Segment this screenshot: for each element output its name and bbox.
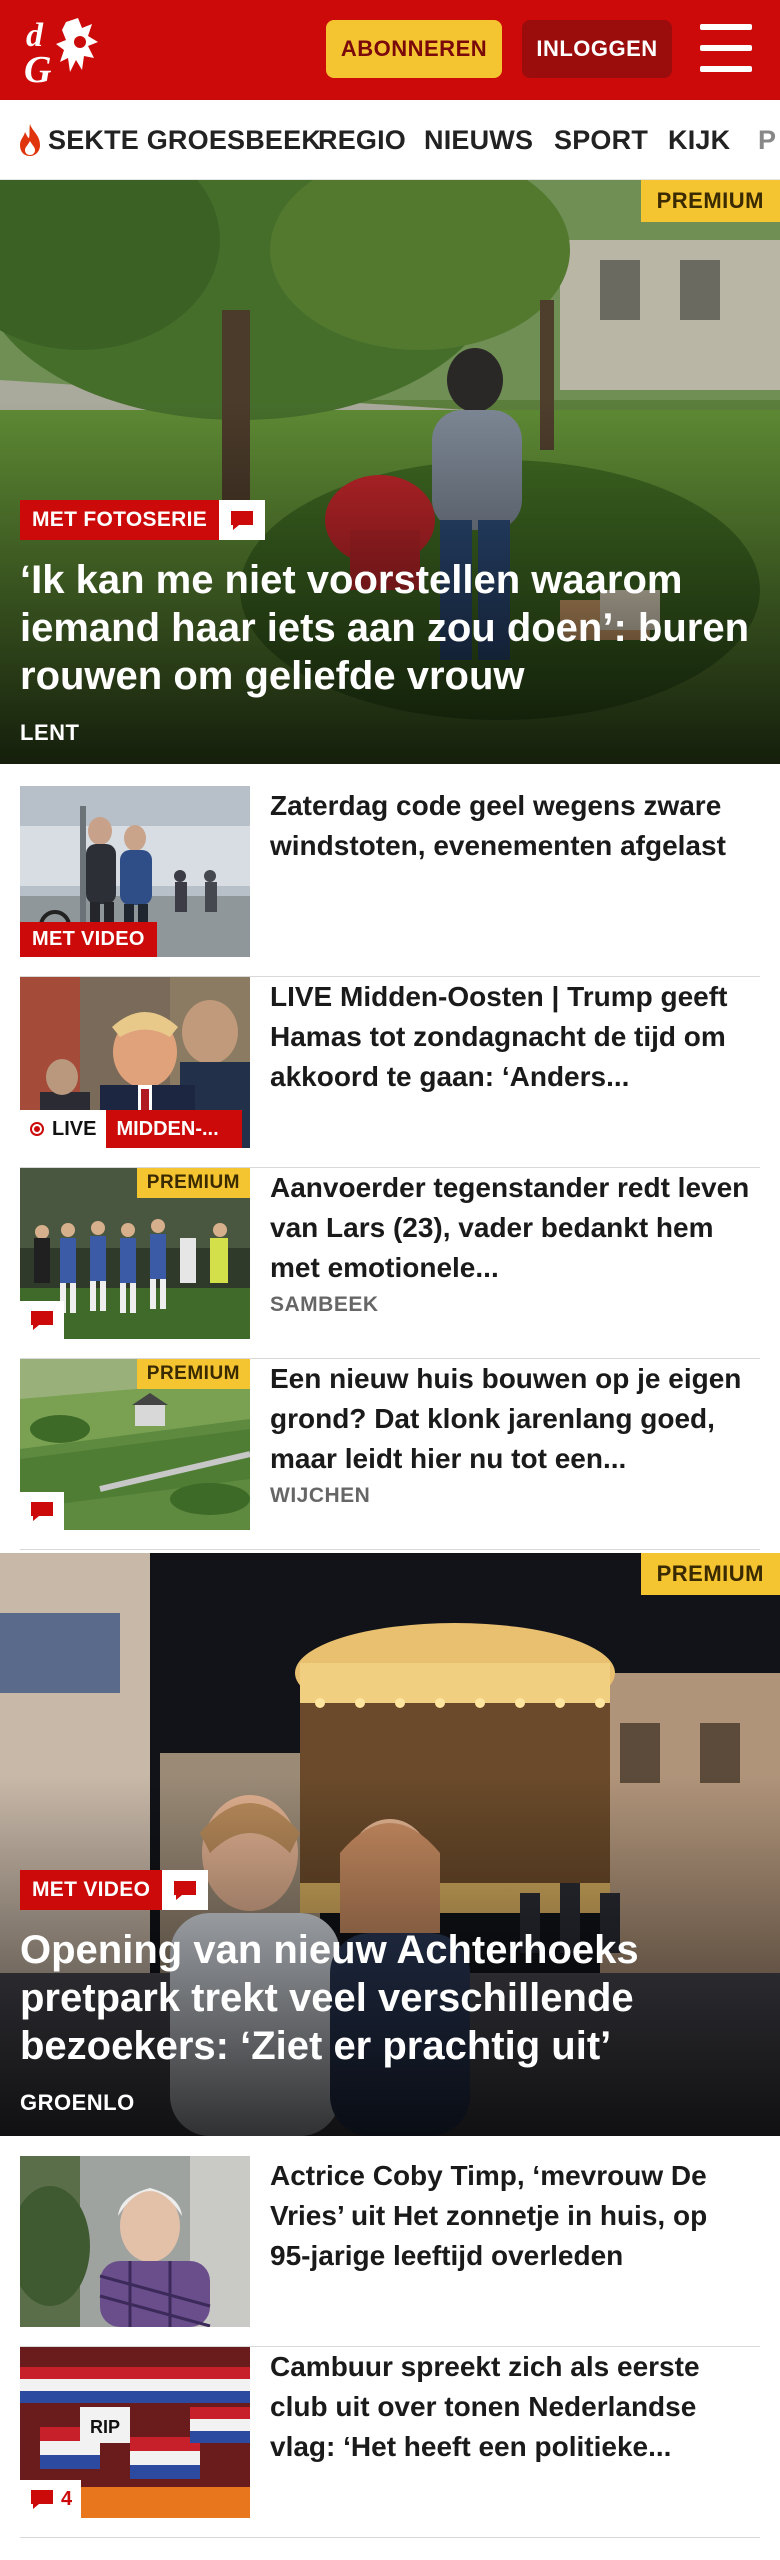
article-thumbnail: LIVE MIDDEN-... [20,977,250,1148]
flame-icon [20,124,40,156]
hero-title[interactable]: ‘Ik kan me niet voorstellen waarom ieman… [20,556,752,700]
hero-tag-row: MET FOTOSERIE [20,500,266,540]
list-item[interactable]: RIP 4 Cambuur spreekt zich als eerste cl… [20,2347,760,2538]
nav-item-kijk[interactable]: KIJK [668,100,730,179]
hero-location: LENT [20,720,80,745]
comment-count-badge: 4 [20,2480,82,2518]
list-item[interactable]: LIVE MIDDEN-... LIVE Midden-Oosten | Tru… [20,977,760,1168]
article-thumbnail: PREMIUM [20,1359,250,1530]
article-title[interactable]: Actrice Coby Timp, ‘mevrouw De Vries’ ui… [270,2156,750,2276]
live-badge: LIVE MIDDEN-... [20,1110,243,1148]
comment-icon [219,500,266,540]
live-label: LIVE [52,1117,97,1140]
nav-item-more[interactable]: P [758,100,776,179]
nav-item-sekte-groesbeek[interactable]: SEKTE GROESBEEK [16,100,322,179]
hero-tag-row: MET VIDEO [20,1870,209,1910]
live-category: MIDDEN-... [106,1110,243,1148]
photoseries-tag: MET FOTOSERIE [20,500,220,540]
list-item[interactable]: MET VIDEO Zaterdag code geel wegens zwar… [20,786,760,977]
site-header: d G ABONNEREN INLOGGEN [0,0,780,100]
premium-badge: PREMIUM [136,1359,250,1389]
article-title[interactable]: LIVE Midden-Oosten | Trump geeft Hamas t… [270,977,750,1097]
article-thumbnail: RIP 4 [20,2347,250,2518]
hamburger-menu-icon[interactable] [700,24,752,72]
comment-count: 4 [61,2487,73,2510]
comment-icon [31,2490,53,2509]
article-title[interactable]: Een nieuw huis bouwen op je eigen grond?… [270,1359,750,1479]
premium-badge: PREMIUM [640,1553,780,1595]
nav-item-regio[interactable]: REGIO [318,100,406,179]
article-title[interactable]: Zaterdag code geel wegens zware windstot… [270,786,750,866]
article-thumbnail: PREMIUM [20,1168,250,1339]
article-title[interactable]: Aanvoerder tegenstander redt leven van L… [270,1168,750,1288]
hero-article[interactable]: PREMIUM MET VIDEO Opening van nieuw Acht… [0,1553,780,2136]
svg-text:RIP: RIP [90,2417,120,2437]
article-location: SAMBEEK [270,1293,379,1316]
nav-item-nieuws[interactable]: NIEUWS [424,100,533,179]
list-item[interactable]: Actrice Coby Timp, ‘mevrouw De Vries’ ui… [20,2156,760,2347]
list-item[interactable]: PREMIUM Aanvoerder tegenstander redt lev… [20,1168,760,1359]
comment-icon [20,1301,64,1339]
article-thumbnail [20,2156,250,2327]
live-dot-icon [30,1122,44,1136]
comment-icon [162,1870,209,1910]
hero-location: GROENLO [20,2090,135,2115]
login-button[interactable]: INLOGGEN [522,20,672,78]
nav-item-label: SEKTE GROESBEEK [48,124,322,155]
premium-badge: PREMIUM [136,1168,250,1198]
logo[interactable]: d G [22,12,118,88]
svg-text:G: G [24,49,52,88]
article-location: WIJCHEN [270,1484,371,1507]
list-item[interactable]: PREMIUM Een nieuw huis bouwen op je eige… [20,1359,760,1550]
video-tag: MET VIDEO [20,922,157,957]
nav-item-sport[interactable]: SPORT [554,100,648,179]
section-nav: SEKTE GROESBEEK REGIO NIEUWS SPORT KIJK … [0,100,780,180]
video-tag: MET VIDEO [20,1870,163,1910]
article-title[interactable]: Cambuur spreekt zich als eerste club uit… [270,2347,750,2467]
premium-badge: PREMIUM [640,180,780,222]
subscribe-button[interactable]: ABONNEREN [326,20,502,78]
hero-article[interactable]: PREMIUM MET FOTOSERIE ‘Ik kan me niet vo… [0,180,780,764]
article-thumbnail: MET VIDEO [20,786,250,957]
logo-mark-icon: d G [24,17,98,88]
comment-icon [20,1492,64,1530]
hero-title[interactable]: Opening van nieuw Achterhoeks pretpark t… [20,1926,752,2070]
